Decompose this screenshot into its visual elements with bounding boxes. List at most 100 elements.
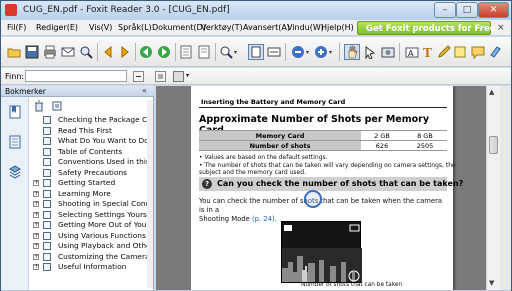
fit-page-icon[interactable] — [248, 44, 264, 60]
bookmark-item[interactable]: + Customizing the Camera — [31, 252, 152, 262]
find-input[interactable] — [25, 70, 127, 82]
toolbar-separator — [135, 43, 136, 61]
email-icon[interactable] — [61, 45, 75, 59]
mouse-cursor-highlight — [304, 190, 322, 208]
next-page-icon[interactable] — [179, 45, 193, 59]
promo-text: Get Foxit products for Free — [366, 24, 496, 34]
open-folder-icon[interactable] — [7, 45, 21, 59]
bookmark-label: Shooting in Special Condition — [58, 199, 152, 208]
promo-banner[interactable]: Get Foxit products for Free — [357, 21, 496, 35]
forward-icon[interactable] — [157, 45, 171, 59]
snapshot-icon[interactable] — [381, 45, 395, 59]
pages-tab-icon[interactable] — [9, 135, 21, 149]
previous-page-icon[interactable] — [118, 45, 132, 59]
zoom-out-dropdown-icon[interactable]: ▾ — [306, 49, 309, 56]
right-panel-strip — [500, 86, 511, 290]
zoom-in-icon[interactable] — [314, 45, 328, 59]
camera-screen-image — [281, 221, 362, 283]
menu-language[interactable]: Språk(L) — [118, 23, 152, 32]
bookmark-item[interactable]: + Selecting Settings Yourself — [31, 210, 152, 220]
scroll-up-icon[interactable]: ▲ — [489, 88, 494, 96]
scroll-down-icon[interactable]: ▼ — [489, 279, 494, 287]
image-caption: Number of shots that can be taken — [301, 282, 403, 288]
expand-toggle[interactable]: + — [33, 264, 39, 270]
bookmark-item[interactable]: Table of Contents — [31, 147, 152, 157]
text-tool-icon[interactable]: T — [421, 45, 435, 59]
svg-text:T: T — [423, 46, 432, 59]
save-icon[interactable] — [25, 45, 39, 59]
bookmark-item[interactable]: What Do You Want to Do? — [31, 136, 152, 146]
print-icon[interactable] — [43, 45, 57, 59]
bookmark-item[interactable]: Checking the Package Conte — [31, 115, 152, 125]
menu-advanced[interactable]: Avansert(A) — [243, 23, 290, 32]
page-reference-link[interactable]: (p. 24). — [252, 215, 277, 223]
delete-bookmark-icon[interactable] — [33, 100, 45, 112]
select-text-icon[interactable] — [363, 45, 377, 59]
bookmark-item[interactable]: + Getting More Out of Your Ca — [31, 220, 152, 230]
highlight-icon[interactable] — [437, 45, 451, 59]
back-icon[interactable] — [139, 45, 153, 59]
maximize-button[interactable]: □ — [456, 2, 478, 18]
expand-toggle[interactable]: + — [33, 201, 39, 207]
menu-file[interactable]: Fil(F) — [7, 23, 26, 32]
bookmark-item[interactable]: Read This First — [31, 126, 152, 136]
bookmark-item[interactable]: Safety Precautions — [31, 168, 152, 178]
expand-toggle[interactable]: + — [33, 253, 39, 260]
menu-tools[interactable]: Verktøy(T) — [201, 23, 243, 32]
stamp-icon[interactable] — [489, 45, 503, 59]
bookmark-page-icon — [43, 158, 51, 166]
expand-toggle[interactable]: + — [33, 180, 39, 186]
close-button[interactable]: ✕ — [478, 2, 509, 18]
menu-edit[interactable]: Rediger(E) — [36, 23, 78, 32]
menu-document[interactable]: Dokument(D) — [152, 23, 206, 32]
expand-toggle[interactable]: + — [33, 243, 39, 249]
bookmark-label: Customizing the Camera — [58, 251, 150, 261]
bookmark-item[interactable]: + Getting Started — [31, 178, 152, 188]
collapse-panel-button[interactable]: « — [142, 86, 147, 95]
expand-toggle[interactable]: + — [33, 211, 39, 218]
zoom-dropdown-icon[interactable]: ▾ — [234, 49, 237, 56]
promo-close-button[interactable]: × — [497, 23, 505, 33]
bookmark-item[interactable]: Conventions Used in this Guid — [31, 157, 152, 167]
layers-tab-icon[interactable] — [9, 165, 21, 179]
zoom-icon[interactable] — [219, 45, 233, 59]
find-next-icon[interactable] — [133, 71, 144, 82]
bookmark-page-icon — [43, 116, 51, 124]
fit-width-icon[interactable] — [267, 45, 281, 59]
find-options-icon[interactable] — [155, 71, 166, 82]
bookmark-item[interactable]: + Learning More — [31, 189, 152, 199]
comment-icon[interactable] — [471, 45, 485, 59]
expand-toggle[interactable]: + — [33, 190, 39, 197]
bookmark-item[interactable]: + Using Playback and Other Fu — [31, 241, 152, 251]
menu-view[interactable]: Vis(V) — [89, 23, 112, 32]
hand-icon[interactable] — [344, 44, 360, 60]
expand-toggle[interactable]: + — [33, 222, 39, 228]
bookmark-options-icon[interactable] — [51, 100, 63, 112]
bookmark-item[interactable]: + Useful Information — [31, 262, 152, 272]
search-icon[interactable] — [79, 45, 93, 59]
menu-window[interactable]: Vindu(W) — [287, 23, 324, 32]
menu-help[interactable]: Hjelp(H) — [321, 23, 354, 32]
zoom-in-dropdown-icon[interactable]: ▾ — [329, 49, 332, 56]
bookmark-item[interactable]: + Using Various Functions for S — [31, 231, 152, 241]
last-page-icon[interactable] — [197, 45, 211, 59]
document-scrollbar[interactable]: ▲ ▼ — [486, 86, 500, 290]
zoom-out-icon[interactable] — [291, 45, 305, 59]
expand-toggle[interactable]: + — [33, 232, 39, 239]
scroll-thumb[interactable] — [489, 136, 498, 154]
minimize-button[interactable]: – — [434, 2, 456, 18]
bookmark-label: Conventions Used in this Guid — [58, 157, 152, 166]
find-dropdown-icon[interactable]: ▾ — [186, 72, 189, 79]
bookmarks-tab-icon[interactable] — [9, 105, 21, 119]
typewriter-icon[interactable]: A — [405, 45, 419, 59]
first-page-icon[interactable] — [101, 45, 115, 59]
note-icon[interactable] — [453, 45, 467, 59]
bookmark-label: Checking the Package Conte — [58, 115, 152, 124]
find-highlight-icon[interactable] — [173, 71, 184, 82]
svg-text:A: A — [408, 49, 414, 58]
bookmark-item[interactable]: + Shooting in Special Condition — [31, 199, 152, 209]
find-toolbar: Finn: ▾ — [1, 68, 511, 85]
document-view[interactable]: Inserting the Battery and Memory Card Ap… — [156, 86, 486, 290]
bookmarks-scrollbar[interactable] — [147, 100, 153, 288]
bookmark-label: Read This First — [58, 125, 112, 135]
